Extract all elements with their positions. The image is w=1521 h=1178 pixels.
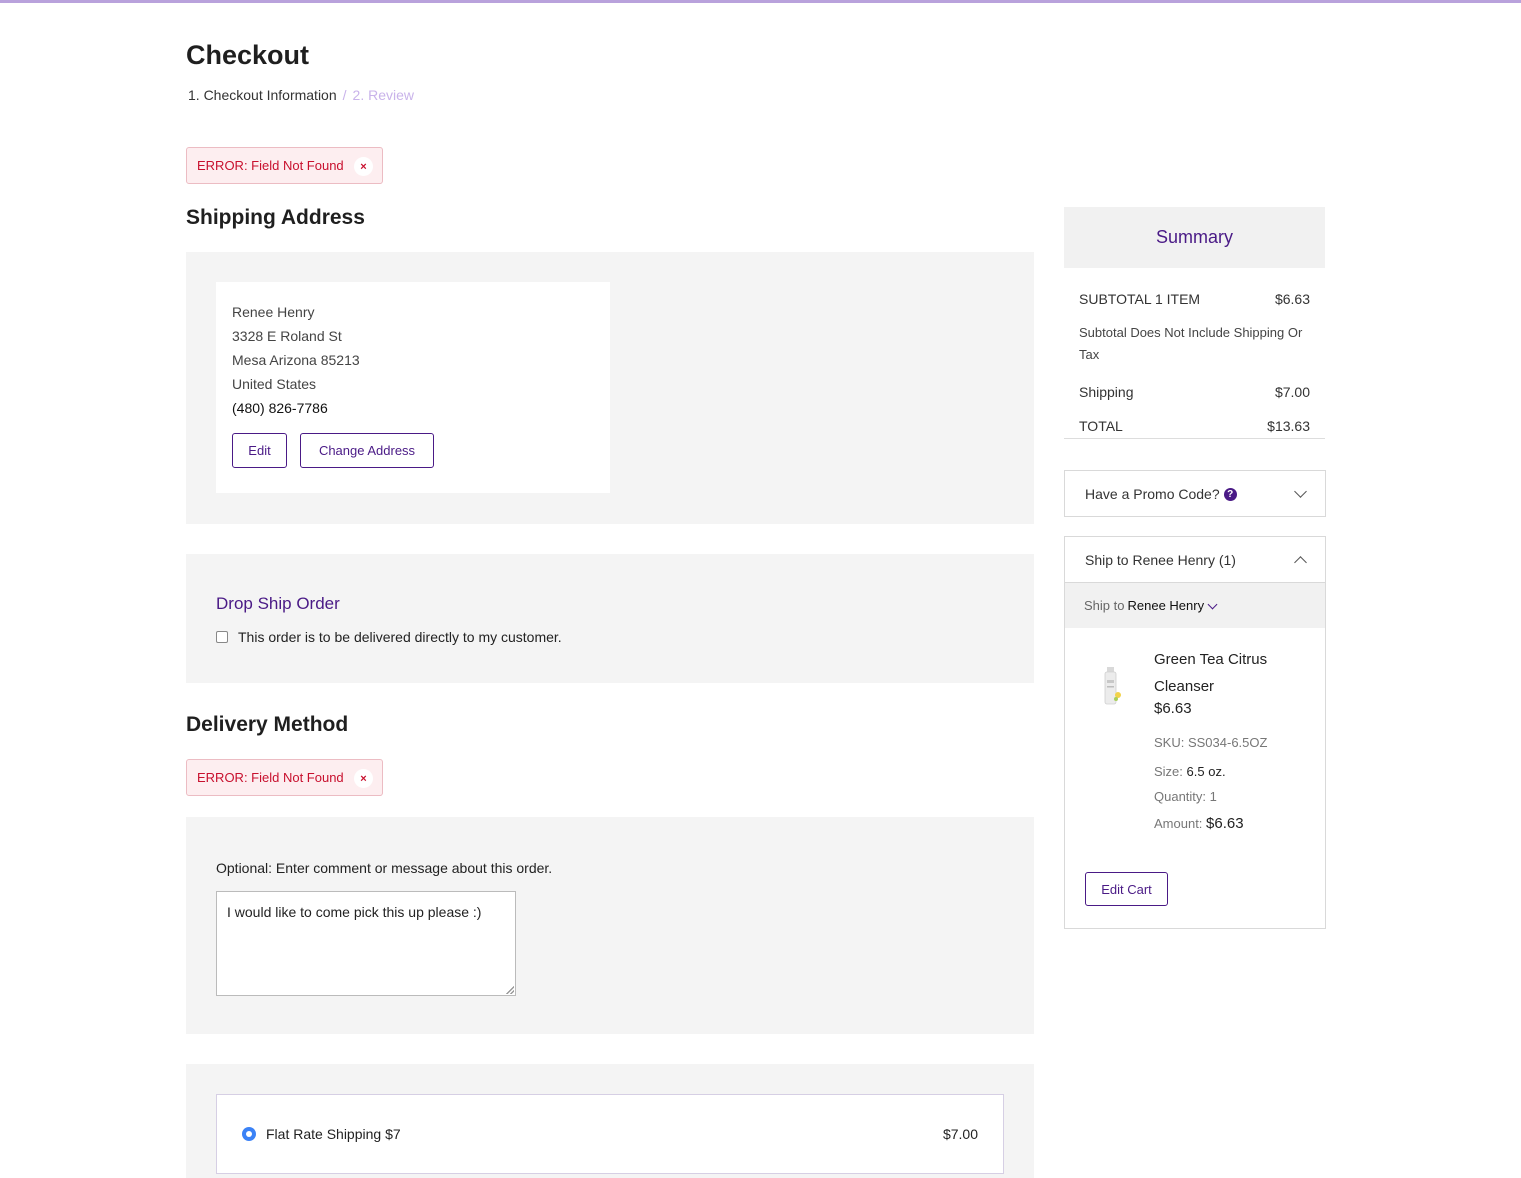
chevron-up-icon xyxy=(1294,555,1307,569)
address-street: 3328 E Roland St xyxy=(232,328,342,344)
address-country: United States xyxy=(232,376,317,392)
order-comment-panel: Optional: Enter comment or message about… xyxy=(186,817,1034,1034)
product-amount: Amount: $6.63 xyxy=(1154,815,1244,832)
product-amount-value: $6.63 xyxy=(1206,815,1244,832)
ship-to-toggle[interactable]: Ship to Renee Henry (1) xyxy=(1065,537,1325,582)
edit-address-button[interactable]: Edit xyxy=(232,433,287,468)
total-label: TOTAL xyxy=(1079,418,1123,434)
error-alert-top: ERROR: Field Not Found × xyxy=(186,147,383,184)
promo-code-toggle[interactable]: Have a Promo Code?? xyxy=(1065,471,1325,516)
order-comment-textarea[interactable]: I would like to come pick this up please… xyxy=(216,891,516,996)
top-accent-bar xyxy=(0,0,1521,3)
shipping-option-label: Flat Rate Shipping $7 xyxy=(266,1126,401,1142)
promo-code-accordion: Have a Promo Code?? xyxy=(1064,470,1326,517)
promo-code-label: Have a Promo Code? xyxy=(1085,485,1220,502)
error-message: ERROR: Field Not Found xyxy=(197,158,344,173)
product-name[interactable]: Green Tea Citrus Cleanser xyxy=(1154,646,1294,700)
product-bottle-image xyxy=(1104,667,1121,705)
help-icon[interactable]: ? xyxy=(1223,488,1237,502)
error-message: ERROR: Field Not Found xyxy=(197,770,344,785)
subtotal-value: $6.63 xyxy=(1274,291,1310,307)
subtotal-row: SUBTOTAL 1 ITEM $6.63 xyxy=(1079,291,1310,307)
close-icon[interactable]: × xyxy=(354,157,373,176)
address-card: Renee Henry 3328 E Roland St Mesa Arizon… xyxy=(216,282,610,493)
shipping-address-panel: Renee Henry 3328 E Roland St Mesa Arizon… xyxy=(186,252,1034,524)
close-icon[interactable]: × xyxy=(354,769,373,788)
product-amount-label: Amount: xyxy=(1154,816,1203,831)
cart-item: Green Tea Citrus Cleanser $6.63 SKU: SS0… xyxy=(1065,628,1325,928)
total-value: $13.63 xyxy=(1267,418,1310,434)
drop-ship-panel: Drop Ship Order This order is to be deli… xyxy=(186,554,1034,683)
ship-to-selector[interactable]: Ship to Renee Henry xyxy=(1065,582,1325,628)
product-sku: SKU: SS034-6.5OZ xyxy=(1154,735,1268,750)
change-address-button[interactable]: Change Address xyxy=(300,433,434,468)
product-price: $6.63 xyxy=(1154,700,1192,717)
subtotal-note: Subtotal Does Not Include Shipping Or Ta… xyxy=(1079,325,1303,362)
summary-body: SUBTOTAL 1 ITEM $6.63 Subtotal Does Not … xyxy=(1064,268,1325,439)
page-title: Checkout xyxy=(186,40,310,70)
order-comment-label: Optional: Enter comment or message about… xyxy=(216,860,553,876)
edit-cart-button[interactable]: Edit Cart xyxy=(1085,872,1168,906)
breadcrumb-step-review: 2. Review xyxy=(352,87,414,103)
product-quantity: Quantity: 1 xyxy=(1154,789,1217,804)
shipping-address-heading: Shipping Address xyxy=(186,206,365,229)
subtotal-label: SUBTOTAL 1 ITEM xyxy=(1079,291,1201,307)
drop-ship-title: Drop Ship Order xyxy=(216,594,340,613)
total-row: TOTAL $13.63 xyxy=(1079,418,1310,434)
shipping-value: $7.00 xyxy=(1274,384,1310,400)
product-size-value: 6.5 oz. xyxy=(1186,764,1226,779)
shipping-option-price: $7.00 xyxy=(942,1126,978,1142)
error-alert-delivery: ERROR: Field Not Found × xyxy=(186,759,383,796)
product-size-label: Size: xyxy=(1154,764,1183,779)
drop-ship-checkbox[interactable] xyxy=(216,631,228,643)
shipping-row: Shipping $7.00 xyxy=(1079,384,1310,400)
shipping-option-radio[interactable] xyxy=(242,1127,256,1141)
chevron-down-icon[interactable] xyxy=(1207,599,1218,609)
address-name: Renee Henry xyxy=(232,304,315,320)
shipping-option-flat-rate[interactable]: Flat Rate Shipping $7 $7.00 xyxy=(216,1094,1004,1174)
summary-title: Summary xyxy=(1064,207,1325,268)
drop-ship-checkbox-label[interactable]: This order is to be delivered directly t… xyxy=(238,629,562,645)
address-city-state-zip: Mesa Arizona 85213 xyxy=(232,352,360,368)
ship-to-header: Ship to Renee Henry (1) xyxy=(1085,551,1236,568)
breadcrumb-separator: / xyxy=(342,87,347,103)
chevron-down-icon xyxy=(1294,484,1307,498)
ship-to-label: Ship to xyxy=(1084,598,1125,613)
shipping-options-panel: Flat Rate Shipping $7 $7.00 xyxy=(186,1064,1034,1178)
delivery-method-heading: Delivery Method xyxy=(186,713,349,736)
ship-to-name: Renee Henry xyxy=(1127,598,1205,613)
address-phone: (480) 826-7786 xyxy=(232,400,328,416)
ship-to-accordion: Ship to Renee Henry (1) Ship to Renee He… xyxy=(1064,536,1326,929)
breadcrumb: 1. Checkout Information / 2. Review xyxy=(188,87,414,103)
textarea-resize-handle[interactable] xyxy=(506,986,514,994)
drop-ship-option[interactable]: This order is to be delivered directly t… xyxy=(216,629,562,645)
shipping-label: Shipping xyxy=(1079,384,1134,400)
product-size: Size: 6.5 oz. xyxy=(1154,764,1226,779)
breadcrumb-step-checkout-information[interactable]: 1. Checkout Information xyxy=(188,87,337,103)
